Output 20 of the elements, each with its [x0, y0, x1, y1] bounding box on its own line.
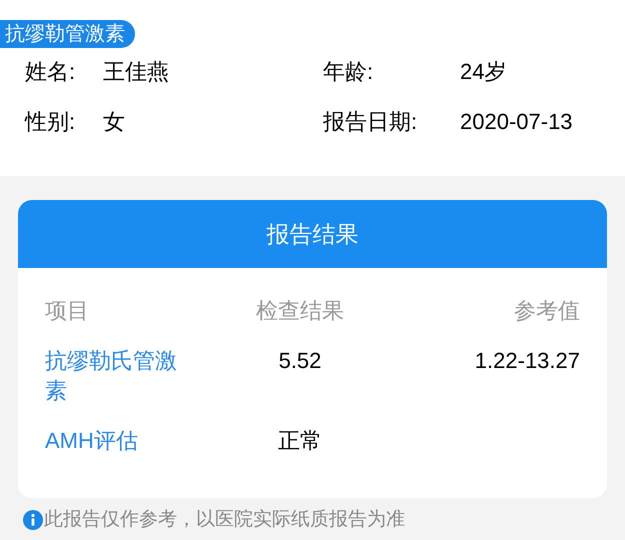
- field-label: 性别:: [25, 108, 76, 136]
- column-header: 参考值: [514, 298, 580, 323]
- item-name: 抗缪勒氏管激素: [45, 347, 178, 405]
- field-value: 王佳燕: [103, 58, 170, 86]
- card-header: 报告结果: [18, 200, 607, 268]
- field-label: 报告日期:: [323, 108, 418, 136]
- result-value: 正常: [278, 428, 322, 453]
- field-value: 2020-07-13: [460, 108, 574, 136]
- info-icon: [23, 510, 43, 530]
- column-header: 项目: [45, 298, 89, 323]
- field-value: 24岁: [460, 58, 508, 86]
- reference-range: 1.22-13.27: [474, 348, 580, 373]
- field-label: 年龄:: [323, 58, 374, 86]
- field-label: 姓名:: [25, 58, 76, 86]
- result-value: 5.52: [278, 348, 322, 373]
- field-value: 女: [103, 108, 126, 136]
- column-header: 检查结果: [256, 298, 344, 323]
- disclaimer-text: 此报告仅作参考，以医院实际纸质报告为准: [44, 508, 405, 532]
- item-name: AMH评估: [45, 427, 139, 455]
- report-tag: 抗缪勒管激素: [0, 20, 135, 48]
